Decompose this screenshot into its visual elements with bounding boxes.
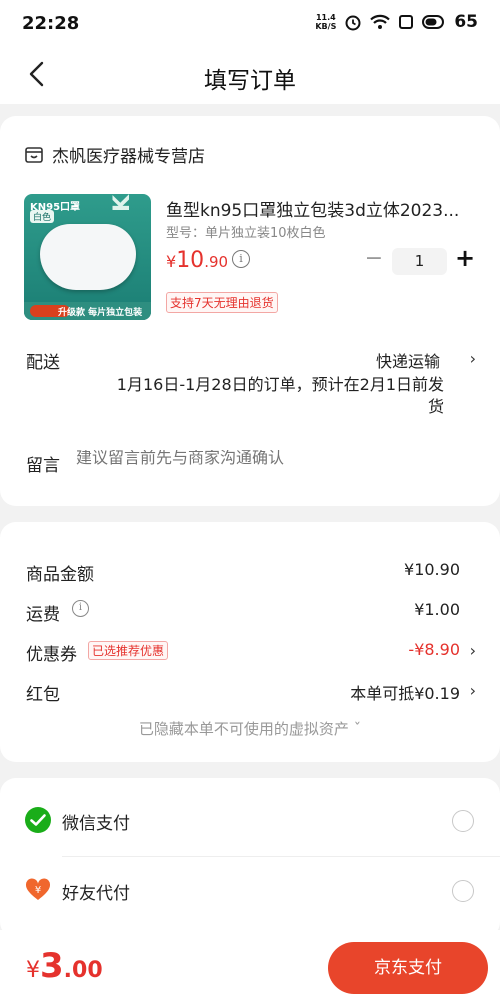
- total-currency: ¥: [26, 958, 40, 983]
- product-spec[interactable]: 型号：单片独立装10枚白色: [166, 222, 326, 241]
- freight-info-icon[interactable]: i: [72, 600, 89, 617]
- increase-quantity-button[interactable]: +: [454, 244, 476, 272]
- price-int: 10: [176, 248, 205, 273]
- shipping-chevron-icon[interactable]: ›: [470, 349, 476, 368]
- friend-pay-icon: ¥: [25, 878, 51, 900]
- quantity-field[interactable]: 1: [392, 248, 447, 275]
- price-summary-card: 商品金额 ¥10.90 运费 i ¥1.00 优惠券 已选推荐优惠 -¥8.90…: [0, 522, 500, 762]
- payment-radio-friend[interactable]: [452, 880, 474, 902]
- shop-name: 杰帆医疗器械专营店: [52, 147, 205, 167]
- product-price: ¥10.90: [166, 248, 228, 273]
- redpacket-chevron-icon[interactable]: ›: [470, 681, 476, 700]
- net-speed-unit: KB/S: [315, 22, 337, 31]
- thumb-kn95-text: KN95: [110, 194, 135, 212]
- coupon-value[interactable]: -¥8.90: [408, 640, 460, 659]
- coupon-label: 优惠券: [26, 645, 77, 665]
- product-thumbnail[interactable]: KN95口罩 白色 KN95 升级款 每片独立包装: [24, 194, 151, 320]
- info-icon[interactable]: i: [232, 250, 250, 268]
- thumb-footer-text: 升级款 每片独立包装: [58, 308, 143, 318]
- shipping-label: 配送: [26, 353, 60, 373]
- message-input[interactable]: [76, 450, 456, 468]
- goods-amount: ¥10.90: [404, 560, 460, 579]
- price-currency: ¥: [166, 252, 177, 271]
- thumb-color-tag: 白色: [30, 210, 55, 223]
- message-label: 留言: [26, 456, 60, 476]
- payment-label: 微信支付: [62, 814, 130, 834]
- status-bar: 22:28 11.4 KB/S 65: [0, 0, 500, 48]
- net-speed-value: 11.4: [315, 13, 336, 22]
- freight-label: 运费: [26, 605, 60, 625]
- payment-option-wechat[interactable]: 微信支付: [0, 782, 500, 857]
- wechat-pay-icon: [25, 807, 51, 833]
- alarm-icon: [345, 15, 361, 31]
- status-icons: 11.4 KB/S 65: [315, 12, 478, 32]
- coupon-chevron-icon[interactable]: ›: [470, 641, 476, 660]
- total-int: 3: [40, 946, 64, 986]
- goods-amount-label: 商品金额: [26, 565, 94, 585]
- return-policy-badge: 支持7天无理由退货: [166, 292, 278, 313]
- shop-header[interactable]: 杰帆医疗器械专营店: [24, 142, 205, 167]
- screen-icon: [399, 15, 414, 29]
- battery-icon: [422, 15, 445, 29]
- product-title[interactable]: 鱼型kn95口罩独立包装3d立体2023...: [166, 196, 466, 221]
- price-dec: .90: [204, 253, 229, 271]
- freight-amount: ¥1.00: [414, 600, 460, 619]
- status-time: 22:28: [22, 13, 80, 34]
- coupon-tag: 已选推荐优惠: [88, 641, 169, 660]
- mask-image: [40, 224, 136, 290]
- payment-option-friend[interactable]: ¥ 好友代付: [0, 852, 500, 922]
- page-title: 填写订单: [204, 68, 296, 94]
- total-amount: ¥3.00: [26, 946, 103, 986]
- order-card: 杰帆医疗器械专营店 KN95口罩 白色 KN95 升级款 每片独立包装 鱼型kn…: [0, 116, 500, 506]
- payment-methods-card: 微信支付 ¥ 好友代付: [0, 778, 500, 938]
- redpacket-value[interactable]: 本单可抵¥0.19: [350, 680, 460, 704]
- page-header: 填写订单: [0, 48, 500, 104]
- payment-label: 好友代付: [62, 884, 130, 904]
- total-dec: .00: [63, 958, 103, 983]
- bottom-bar: ¥3.00 京东支付: [0, 930, 500, 1000]
- net-speed: 11.4 KB/S: [315, 13, 336, 31]
- decrease-quantity-button[interactable]: −: [363, 246, 385, 274]
- shop-icon: [25, 146, 43, 163]
- redpacket-label: 红包: [26, 685, 60, 705]
- submit-pay-button[interactable]: 京东支付: [328, 942, 488, 994]
- wifi-icon: [370, 14, 391, 29]
- hidden-assets-toggle[interactable]: 已隐藏本单不可使用的虚拟资产 ˇ: [0, 718, 500, 739]
- payment-radio-wechat[interactable]: [452, 810, 474, 832]
- shipping-note: 1月16日-1月28日的订单，预计在2月1日前发货: [116, 375, 444, 416]
- battery-level: 65: [454, 12, 478, 32]
- shipping-method[interactable]: 快递运输: [376, 348, 440, 372]
- svg-text:¥: ¥: [35, 885, 41, 896]
